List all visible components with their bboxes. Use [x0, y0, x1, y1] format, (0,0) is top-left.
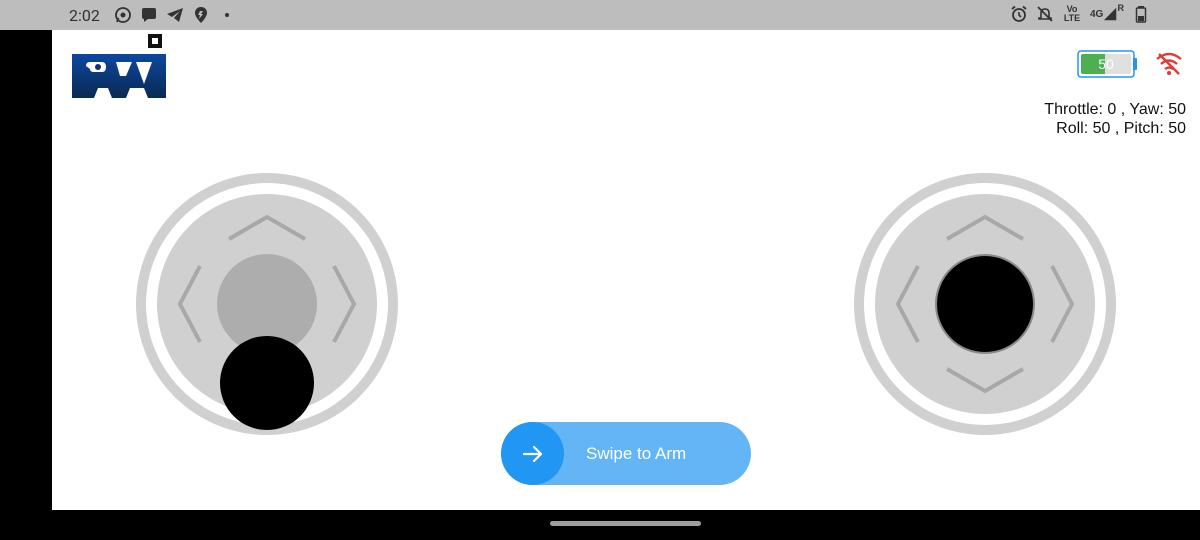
chat-bubble-icon: [140, 6, 158, 24]
swipe-to-arm-slider[interactable]: Swipe to Arm: [501, 422, 751, 485]
battery-level-text: 50: [1098, 56, 1114, 72]
telemetry-line-throttle-yaw: Throttle: 0 , Yaw: 50: [1044, 101, 1186, 118]
signal-icon: 4G R: [1090, 2, 1124, 21]
left-joystick[interactable]: [136, 173, 398, 435]
right-joystick[interactable]: [854, 173, 1116, 435]
telemetry-line-roll-pitch: Roll: 50 , Pitch: 50: [1056, 120, 1186, 137]
telemetry-readout: Throttle: 0 , Yaw: 50 Roll: 50 , Pitch: …: [1044, 100, 1186, 138]
navigation-bar: [0, 510, 1200, 540]
whatsapp-icon: [114, 6, 132, 24]
app-screen: 50 Throttle: 0 , Yaw: 50 Roll: 50 , Pitc…: [52, 30, 1200, 510]
arrow-right-icon: [522, 445, 542, 462]
pyi-logo: [72, 32, 168, 98]
status-bar: 2:02 Vo LTE 4G R: [0, 0, 1200, 30]
right-joystick-knob[interactable]: [935, 254, 1035, 354]
alarm-icon: [1010, 5, 1028, 23]
telegram-icon: [166, 6, 184, 24]
drone-battery-indicator: 50: [1077, 50, 1137, 78]
status-time: 2:02: [69, 6, 100, 25]
left-joystick-knob[interactable]: [220, 336, 314, 430]
dot-icon: [218, 6, 236, 24]
swipe-handle[interactable]: [501, 422, 564, 485]
location-icon: [192, 6, 210, 24]
home-gesture-handle[interactable]: [550, 521, 701, 526]
notification-icons: [114, 6, 236, 24]
left-system-bar: [0, 30, 52, 510]
volte-icon: Vo LTE: [1063, 4, 1081, 23]
system-icons: Vo LTE 4G R: [1010, 2, 1150, 23]
wifi-off-icon: [1153, 50, 1185, 78]
battery-icon: [1132, 5, 1150, 23]
swipe-label: Swipe to Arm: [586, 444, 687, 463]
mute-icon: [1036, 5, 1054, 23]
